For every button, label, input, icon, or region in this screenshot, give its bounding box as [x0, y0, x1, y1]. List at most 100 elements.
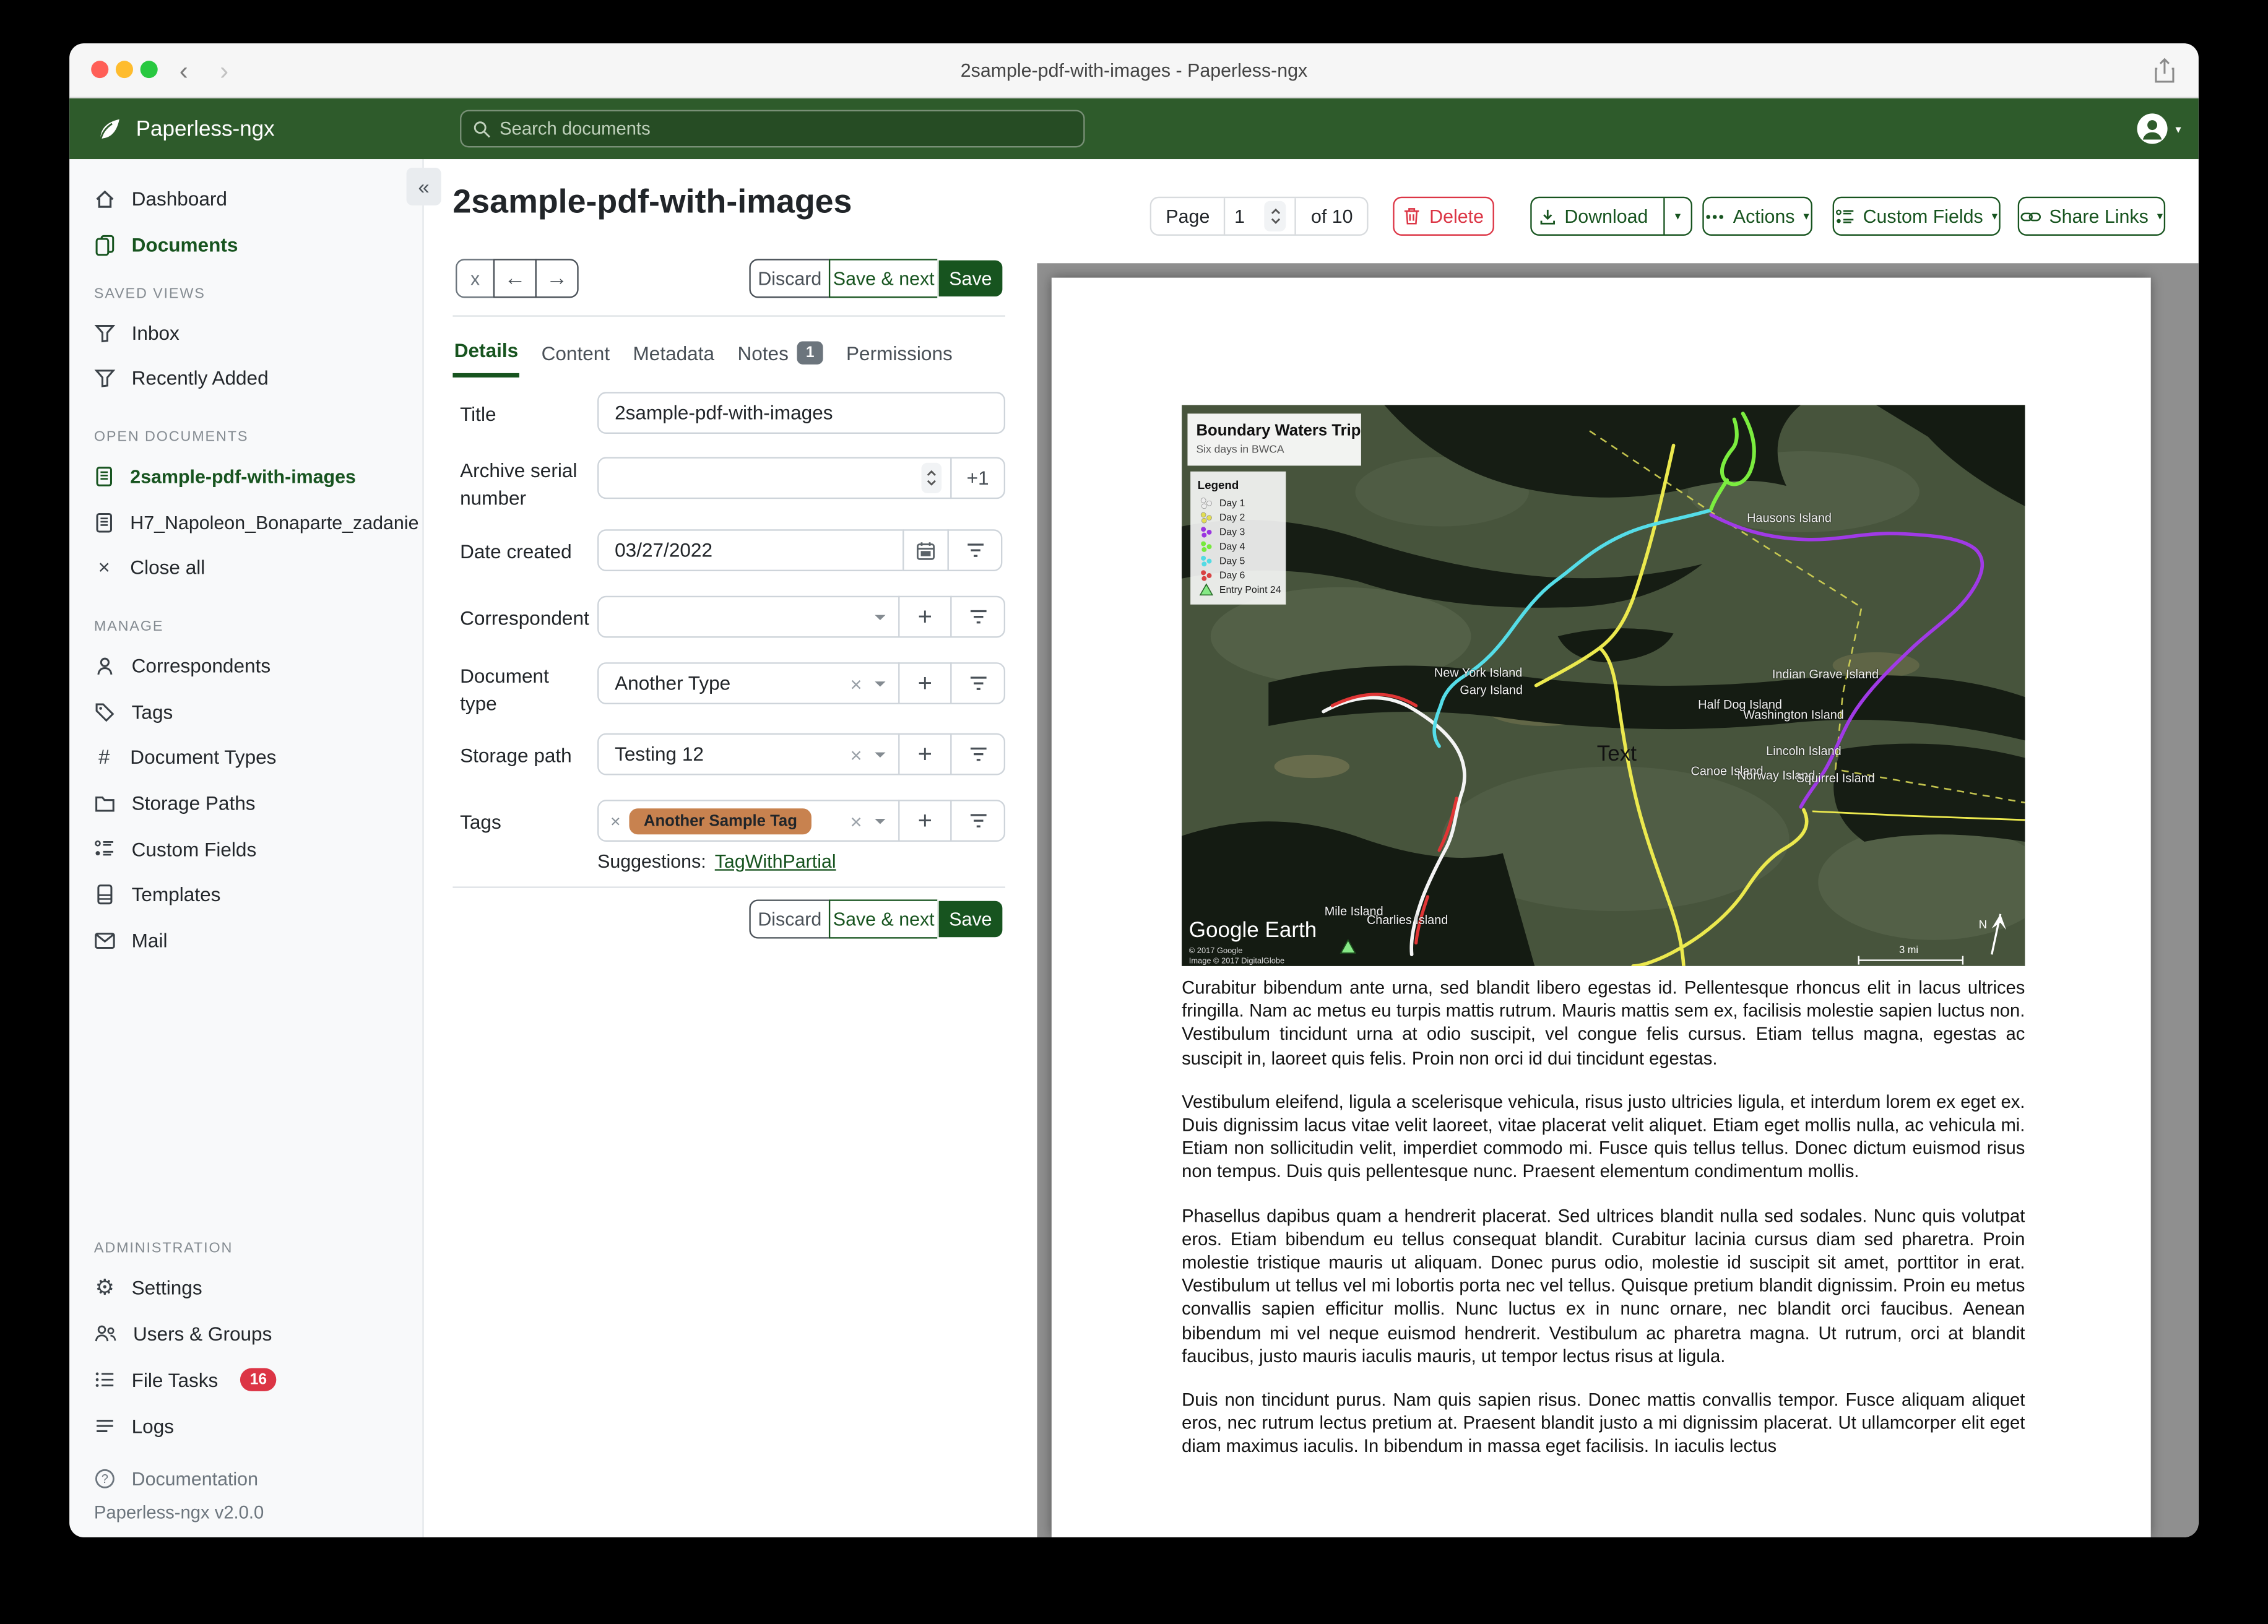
tab-notes[interactable]: Notes 1 [736, 334, 825, 378]
sidebar-item-file-tasks[interactable]: File Tasks 16 [69, 1361, 423, 1399]
envelope-icon [95, 931, 115, 948]
next-document-button[interactable]: → [535, 259, 579, 298]
user-menu[interactable]: ▾ [2135, 111, 2181, 146]
add-tag-button[interactable]: + [898, 800, 952, 842]
storage-path-filter-button[interactable] [950, 733, 1006, 775]
divider [452, 886, 1006, 888]
custom-fields-button[interactable]: Custom Fields ▾ [1832, 196, 2001, 236]
correspondent-group: + [597, 595, 1006, 638]
discard-button[interactable]: Discard [749, 899, 831, 939]
open-document-label: H7_Napoleon_Bonaparte_zadanie [130, 511, 419, 533]
save-button[interactable]: Save [937, 899, 1004, 939]
asn-stepper[interactable] [921, 462, 942, 493]
storage-path-select[interactable]: Testing 12 × [597, 733, 900, 775]
help-icon: ? [95, 1468, 115, 1488]
caret-down-icon [875, 614, 886, 620]
sidebar-item-tags[interactable]: Tags [69, 693, 423, 730]
tag-chip[interactable]: Another Sample Tag [629, 808, 812, 834]
document-preview-panel[interactable]: Hausons Island New York Island Gary Isla… [1037, 263, 2199, 1537]
download-button[interactable]: Download ▾ [1530, 196, 1692, 236]
close-document-button[interactable]: x [456, 259, 495, 298]
search-input[interactable] [500, 118, 1072, 139]
gear-icon: ⚙ [95, 1274, 115, 1300]
document-icon [96, 512, 112, 532]
save-and-next-button[interactable]: Save & next [828, 899, 939, 939]
page-stepper[interactable] [1265, 201, 1287, 231]
sidebar-item-users-groups[interactable]: Users & Groups [69, 1315, 423, 1352]
legend-label: Day 5 [1219, 556, 1245, 566]
notes-count-badge: 1 [797, 341, 823, 365]
island-label: Indian Grave Island [1772, 668, 1879, 681]
page-number-input[interactable] [1234, 205, 1258, 227]
add-document-type-button[interactable]: + [898, 662, 952, 704]
sidebar-item-settings[interactable]: ⚙ Settings [69, 1268, 423, 1306]
save-and-next-button[interactable]: Save & next [828, 259, 939, 298]
title-input[interactable] [597, 392, 1006, 434]
sidebar-item-recently-added[interactable]: Recently Added [69, 359, 423, 397]
remove-tag-icon[interactable]: × [610, 811, 620, 831]
close-all-documents[interactable]: × Close all [69, 548, 423, 586]
save-button[interactable]: Save [937, 259, 1004, 298]
correspondent-filter-button[interactable] [950, 595, 1006, 638]
sidebar-item-mail[interactable]: Mail [69, 921, 423, 959]
clear-icon[interactable]: × [850, 743, 862, 766]
screen: ‹ › 2sample-pdf-with-images - Paperless-… [0, 0, 2268, 1624]
clear-icon[interactable]: × [850, 809, 862, 832]
actions-button[interactable]: Actions ▾ [1702, 196, 1812, 236]
caret-down-icon [875, 818, 886, 824]
open-document-current[interactable]: 2sample-pdf-with-images [69, 457, 423, 495]
sidebar-item-label: Correspondents [131, 654, 271, 676]
sidebar-item-documents[interactable]: Documents [69, 226, 423, 264]
previous-document-button[interactable]: ← [493, 259, 537, 298]
add-correspondent-button[interactable]: + [898, 595, 952, 638]
filter-icon [969, 676, 986, 690]
documentation-link[interactable]: ? Documentation [69, 1459, 423, 1497]
add-storage-path-button[interactable]: + [898, 733, 952, 775]
document-type-filter-button[interactable] [950, 662, 1006, 704]
clear-icon[interactable]: × [850, 672, 862, 694]
open-document[interactable]: H7_Napoleon_Bonaparte_zadanie [69, 503, 423, 541]
app-window: ‹ › 2sample-pdf-with-images - Paperless-… [69, 43, 2199, 1537]
tags-select[interactable]: × Another Sample Tag × [597, 800, 900, 842]
sidebar-item-dashboard[interactable]: Dashboard [69, 179, 423, 217]
asn-increment-button[interactable]: +1 [950, 457, 1006, 499]
collapse-sidebar-button[interactable]: « [406, 168, 441, 205]
document-type-select[interactable]: Another Type × [597, 662, 900, 704]
tab-details[interactable]: Details [452, 334, 520, 378]
folder-icon [95, 795, 115, 811]
documentation-label: Documentation [131, 1467, 258, 1489]
correspondent-select[interactable] [597, 595, 900, 638]
date-created-label: Date created [460, 540, 572, 563]
tab-permissions[interactable]: Permissions [845, 334, 954, 378]
sidebar-item-storage-paths[interactable]: Storage Paths [69, 784, 423, 822]
sidebar-item-templates[interactable]: Templates [69, 875, 423, 913]
sidebar-item-document-types[interactable]: # Document Types [69, 738, 423, 775]
share-icon[interactable] [2153, 58, 2175, 84]
delete-button[interactable]: Delete [1393, 196, 1494, 236]
share-links-button[interactable]: Share Links ▾ [2017, 196, 2166, 236]
sidebar-item-custom-fields[interactable]: Custom Fields [69, 830, 423, 868]
plus-icon: + [917, 740, 932, 767]
brand[interactable]: Paperless-ngx [95, 98, 275, 159]
tags-filter-button[interactable] [950, 800, 1006, 842]
legend-label: Day 4 [1219, 542, 1245, 552]
sidebar-item-logs[interactable]: Logs [69, 1407, 423, 1445]
date-filter-button[interactable] [947, 529, 1003, 572]
plus-icon: + [917, 668, 932, 697]
sidebar-item-correspondents[interactable]: Correspondents [69, 647, 423, 685]
discard-button[interactable]: Discard [749, 259, 831, 298]
date-created-input[interactable] [597, 529, 904, 572]
map-credit: Image © 2017 DigitalGlobe [1189, 956, 1284, 965]
asn-input[interactable] [615, 467, 922, 489]
island-label: Gary Island [1460, 684, 1523, 698]
calendar-button[interactable] [902, 529, 949, 572]
tab-content[interactable]: Content [540, 334, 611, 378]
suggestion-link[interactable]: TagWithPartial [715, 850, 836, 872]
caret-down-icon: ▾ [1991, 209, 1998, 223]
island-label: Lincoln Island [1766, 745, 1841, 758]
sidebar-item-inbox[interactable]: Inbox [69, 314, 423, 352]
download-dropdown-toggle[interactable]: ▾ [1663, 198, 1690, 235]
document-title-heading: 2sample-pdf-with-images [452, 182, 852, 220]
tab-metadata[interactable]: Metadata [631, 334, 716, 378]
search-box[interactable] [460, 110, 1085, 148]
